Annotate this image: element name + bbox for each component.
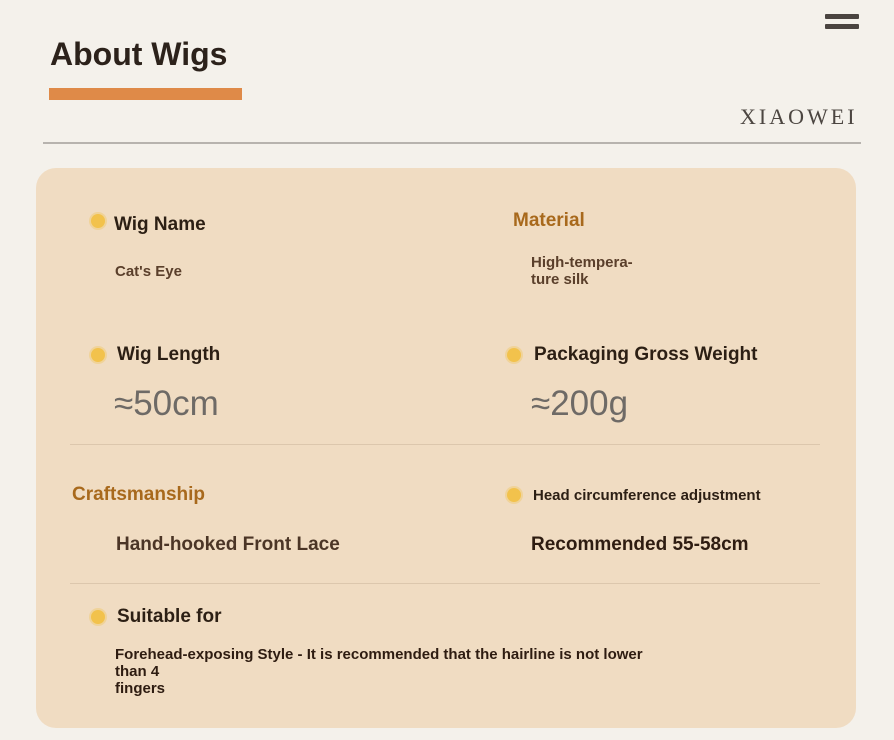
bullet-dot-icon xyxy=(91,610,105,624)
suitable-for-value: Forehead-exposing Style - It is recommen… xyxy=(115,646,675,697)
wig-length-value: ≈50cm xyxy=(114,384,219,423)
material-value: High-tempera- ture silk xyxy=(531,254,633,288)
suitable-for-label: Suitable for xyxy=(117,606,222,627)
head-circumference-value: Recommended 55-58cm xyxy=(531,534,749,555)
spec-card: Wig Name Cat's Eye Material High-tempera… xyxy=(36,168,856,728)
hamburger-menu-icon[interactable] xyxy=(825,14,861,32)
suitable-for-value-line2: fingers xyxy=(115,680,166,697)
brand-logo-text: XIAOWEI xyxy=(740,104,858,129)
page-title: About Wigs xyxy=(50,36,228,72)
suitable-for-value-line1: Forehead-exposing Style - It is recommen… xyxy=(115,646,643,680)
row-divider xyxy=(70,444,820,445)
row-divider xyxy=(70,583,820,584)
title-underline xyxy=(49,88,242,100)
menu-bar-bottom xyxy=(825,24,859,29)
material-label: Material xyxy=(513,210,585,231)
menu-bar-top xyxy=(825,14,859,19)
gross-weight-label: Packaging Gross Weight xyxy=(534,344,758,365)
bullet-dot-icon xyxy=(507,348,521,362)
header-divider xyxy=(43,142,861,144)
material-value-line2: ture silk xyxy=(531,271,589,288)
bullet-dot-icon xyxy=(507,488,521,502)
wig-name-label: Wig Name xyxy=(114,214,206,235)
gross-weight-value: ≈200g xyxy=(531,384,629,423)
wig-length-label: Wig Length xyxy=(117,344,221,365)
head-circumference-label: Head circumference adjustment xyxy=(533,487,761,504)
material-value-line1: High-tempera- xyxy=(531,254,633,271)
bullet-dot-icon xyxy=(91,214,105,228)
craftsmanship-label: Craftsmanship xyxy=(72,484,206,505)
bullet-dot-icon xyxy=(91,348,105,362)
wig-name-value: Cat's Eye xyxy=(115,263,182,280)
craftsmanship-value: Hand-hooked Front Lace xyxy=(116,534,340,555)
